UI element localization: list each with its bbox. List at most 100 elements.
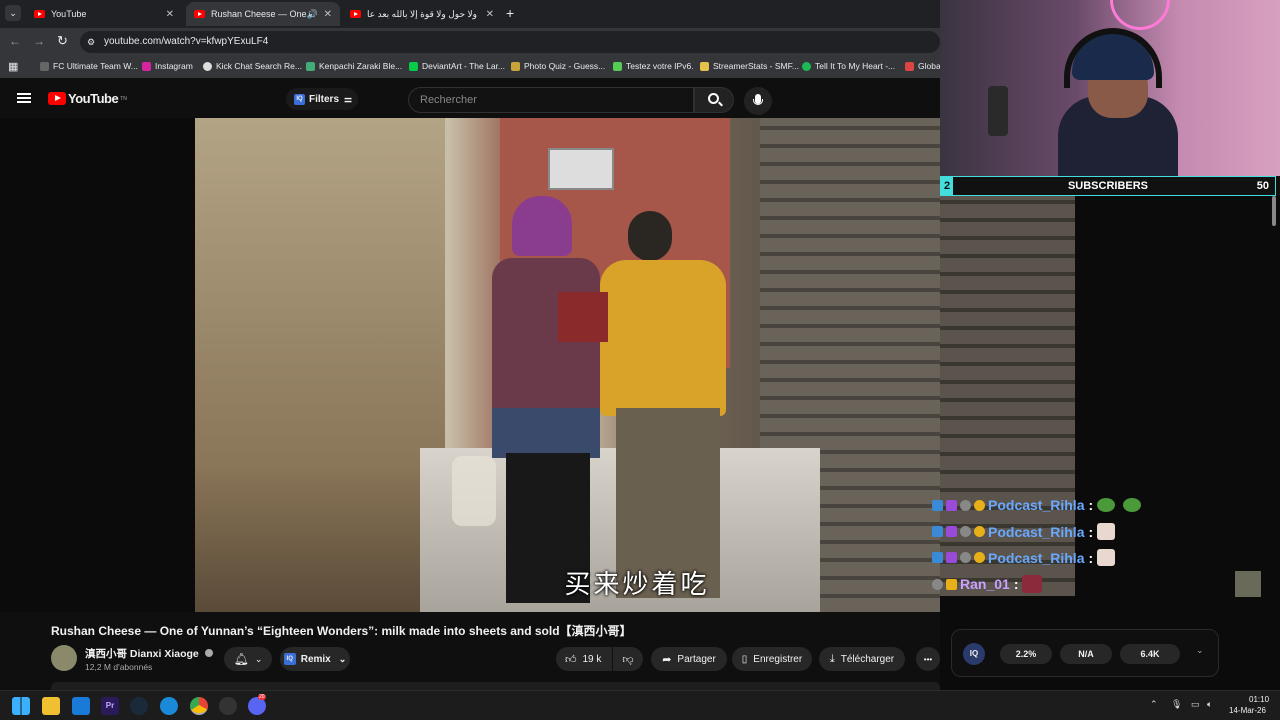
tab-search-button[interactable]: ⌄	[5, 5, 21, 21]
remix-button[interactable]: IQ Remix ⌄	[280, 647, 350, 671]
chevron-up-icon[interactable]: ⌃	[1150, 699, 1158, 710]
navigation-bar: ← → ↻ ⚙ youtube.com/watch?v=kfwpYExuLF4	[0, 28, 940, 56]
coin-badge-icon	[974, 552, 985, 563]
tab-rushan-cheese[interactable]: Rushan Cheese — One of Y 🔊 ✕	[186, 2, 340, 26]
tab-label: YouTube	[51, 9, 87, 19]
bookmark-favicon-icon	[905, 61, 914, 71]
chevron-down-icon[interactable]: ⌄	[1196, 645, 1204, 656]
emote-icon	[1022, 575, 1043, 593]
like-button[interactable]: 👍︎ 19 k	[556, 647, 612, 671]
bookmark-favicon-icon	[306, 61, 315, 71]
stream-overlay-background	[940, 196, 1280, 690]
bookmark-kick-chat[interactable]: Kick Chat Search Re...	[203, 61, 302, 71]
scrollbar[interactable]	[1272, 196, 1276, 226]
display-tray-icon[interactable]: ▭	[1191, 699, 1200, 710]
woman-purple-headscarf	[512, 196, 572, 256]
frog-emote-icon	[1097, 498, 1116, 512]
tab-youtube[interactable]: YouTube ✕	[26, 2, 182, 26]
video-player[interactable]: 买来炒着吃	[0, 118, 940, 612]
voice-search-button[interactable]	[744, 87, 772, 115]
close-tab-icon[interactable]: ✕	[166, 9, 174, 20]
youtube-logo-icon	[48, 92, 66, 105]
microphone-tray-icon[interactable]: 🎙︎	[1171, 699, 1182, 710]
iq-logo-icon: IQ	[963, 643, 985, 665]
youtube-favicon-icon	[34, 10, 45, 18]
youtube-favicon-icon	[350, 10, 361, 18]
youtube-favicon-icon	[194, 10, 205, 18]
close-tab-icon[interactable]: ✕	[324, 9, 332, 20]
dislike-button[interactable]: 👎︎	[613, 647, 643, 671]
bookmark-photo-quiz[interactable]: Photo Quiz - Guess...	[511, 61, 605, 71]
sub-badge-icon	[960, 552, 971, 563]
youtube-logo[interactable]: YouTube TN	[48, 91, 127, 106]
search-button[interactable]	[694, 87, 734, 113]
back-icon[interactable]: ←	[9, 34, 21, 48]
bookmark-deviantart[interactable]: DeviantArt - The Lar...	[409, 61, 505, 71]
youtube-header: YouTube TN IQ Filters ⚌ Rechercher	[0, 78, 940, 118]
coin-badge-icon	[974, 499, 985, 511]
bookmark-tell-it[interactable]: Tell It To My Heart -...	[802, 61, 895, 71]
chrome-icon[interactable]	[190, 697, 208, 715]
thumbs-up-icon: 👍︎	[565, 653, 577, 666]
share-icon: ➦	[662, 653, 672, 666]
woman-yellow-shirt	[600, 260, 726, 416]
obs-icon[interactable]	[219, 697, 237, 715]
file-explorer-icon[interactable]	[42, 697, 60, 715]
bookmark-kenpachi[interactable]: Kenpachi Zaraki Ble...	[306, 61, 402, 71]
more-actions-button[interactable]: •••	[916, 647, 940, 671]
save-button[interactable]: ▯ Enregistrer	[732, 647, 812, 671]
address-bar[interactable]: ⚙ youtube.com/watch?v=kfwpYExuLF4	[80, 31, 940, 53]
crown-badge-icon	[946, 578, 957, 590]
download-button[interactable]: ⤓ Télécharger	[819, 647, 905, 671]
volume-tray-icon[interactable]: 🔈︎	[1207, 699, 1212, 710]
reload-icon[interactable]: ↻	[57, 33, 68, 49]
filters-button[interactable]: IQ Filters ⚌	[286, 88, 358, 110]
forward-icon[interactable]: →	[33, 34, 45, 48]
bookmark-streamerstats[interactable]: StreamerStats - SMF...	[700, 61, 799, 71]
search-input[interactable]: Rechercher	[408, 87, 694, 113]
bookmark-favicon-icon	[700, 61, 709, 71]
share-button[interactable]: ➦ Partager	[651, 647, 727, 671]
site-info-icon[interactable]: ⚙	[87, 31, 95, 53]
outlook-icon[interactable]	[72, 697, 90, 715]
stat-pill: 6.4K	[1120, 644, 1180, 664]
drink-bottle	[988, 86, 1008, 136]
bookmark-instagram[interactable]: Instagram	[142, 61, 193, 71]
bookmark-fc-ultimate[interactable]: FC Ultimate Team W...	[40, 61, 138, 71]
chat-message: Podcast_Rihla :	[932, 497, 1142, 513]
chat-username: Ran_01	[960, 576, 1010, 592]
windows-start-icon[interactable]	[12, 697, 30, 715]
clock-time: 01:10	[1249, 695, 1270, 704]
description-preview[interactable]	[51, 682, 940, 690]
deviantart-icon	[409, 61, 418, 71]
spotify-icon	[802, 61, 811, 71]
close-tab-icon[interactable]: ✕	[486, 9, 494, 20]
steam-icon[interactable]	[130, 697, 148, 715]
iq-badge-icon: IQ	[294, 93, 305, 105]
chevron-down-icon: ⌄	[338, 653, 347, 664]
mod-badge-icon	[932, 552, 943, 563]
channel-name[interactable]: 滇西小哥 Dianxi Xiaoge	[85, 646, 213, 661]
left-wall	[195, 118, 445, 612]
speaker-icon[interactable]: 🔊	[307, 9, 318, 20]
download-icon: ⤓	[829, 652, 835, 665]
hamburger-menu-icon[interactable]	[17, 93, 31, 103]
bookmark-ipv6[interactable]: Testez votre IPv6.	[613, 61, 694, 71]
chat-message: Podcast_Rihla :	[932, 523, 1116, 540]
new-tab-button[interactable]: +	[506, 5, 514, 21]
notification-bell-button[interactable]: 🔔︎ ⌄	[224, 647, 272, 671]
subscriber-count: 12,2 M d'abonnés	[85, 662, 153, 672]
checkmark-icon	[613, 61, 622, 71]
gem-badge-icon	[946, 499, 957, 511]
channel-avatar[interactable]	[51, 645, 77, 671]
thumbs-down-icon: 👎︎	[622, 653, 634, 666]
tab-strip: ⌄ YouTube ✕ Rushan Cheese — One of Y 🔊 ✕…	[0, 0, 940, 28]
tab-arabic[interactable]: ولا حول ولا قوة إلا بالله بعد عامين ✕	[342, 2, 502, 26]
chat-username: Podcast_Rihla	[988, 549, 1085, 566]
clock-date: 14-Mar-26	[1229, 706, 1266, 715]
bookmark-global[interactable]: Globa	[905, 61, 941, 71]
premiere-pro-icon[interactable]: Pr	[101, 697, 119, 715]
battle-net-icon[interactable]	[160, 697, 178, 715]
bookmark-favicon-icon	[40, 61, 49, 71]
apps-grid-icon[interactable]: ▦	[8, 60, 18, 73]
